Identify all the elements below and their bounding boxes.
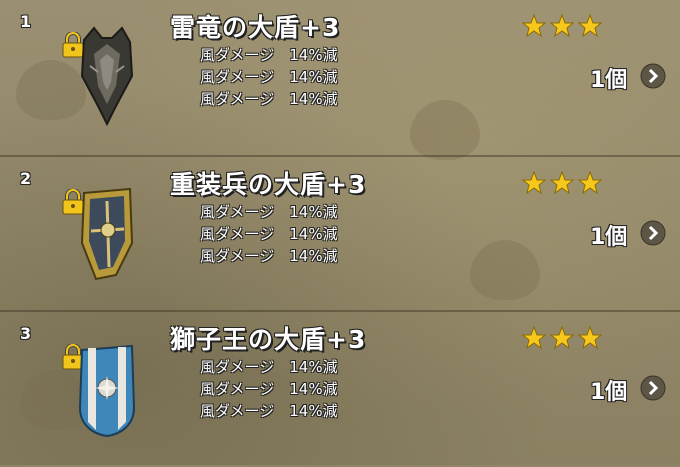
star-icon [578,326,602,350]
star-icon [522,14,546,38]
item-name: 雷竜の大盾+3 [170,13,341,42]
lion-king-shield-icon [78,344,136,438]
item-name: 重装兵の大盾+3 [170,170,367,199]
item-index: 3 [20,324,32,343]
star-icon [522,171,546,195]
thunder-dragon-shield-icon [80,26,134,126]
star-icon [550,326,574,350]
chevron-right-icon[interactable] [640,63,666,89]
star-icon [578,14,602,38]
item-row-1[interactable]: 1 雷竜の大盾+3 風ダメージ 14%減 風ダメージ 14%減 風ダメージ 14… [0,0,680,155]
item-count: 1個 [590,380,628,405]
item-row-3[interactable]: 3 獅子王の大盾+3 風ダメージ 14%減 風ダメージ 14%減 風ダメージ 1… [0,310,680,467]
item-index: 1 [20,12,32,31]
effect-line: 風ダメージ 14%減 [200,225,338,243]
star-icon [550,171,574,195]
effect-line: 風ダメージ 14%減 [200,68,338,86]
star-icon [550,14,574,38]
rarity-stars [522,14,602,38]
effect-line: 風ダメージ 14%減 [200,46,338,64]
rarity-stars [522,171,602,195]
item-effects: 風ダメージ 14%減 風ダメージ 14%減 風ダメージ 14%減 [200,44,338,110]
effect-line: 風ダメージ 14%減 [200,247,338,265]
effect-line: 風ダメージ 14%減 [200,402,338,420]
effect-line: 風ダメージ 14%減 [200,380,338,398]
effect-line: 風ダメージ 14%減 [200,203,338,221]
rarity-stars [522,326,602,350]
star-icon [578,171,602,195]
item-effects: 風ダメージ 14%減 風ダメージ 14%減 風ダメージ 14%減 [200,201,338,267]
item-count: 1個 [590,225,628,250]
item-index: 2 [20,169,32,188]
item-name: 獅子王の大盾+3 [170,325,367,354]
item-row-2[interactable]: 2 重装兵の大盾+3 風ダメージ 14%減 風ダメージ 14%減 風ダメージ 1… [0,155,680,312]
item-effects: 風ダメージ 14%減 風ダメージ 14%減 風ダメージ 14%減 [200,356,338,422]
effect-line: 風ダメージ 14%減 [200,358,338,376]
chevron-right-icon[interactable] [640,375,666,401]
star-icon [522,326,546,350]
chevron-right-icon[interactable] [640,220,666,246]
heavy-soldier-shield-icon [80,187,134,281]
effect-line: 風ダメージ 14%減 [200,90,338,108]
item-count: 1個 [590,68,628,93]
